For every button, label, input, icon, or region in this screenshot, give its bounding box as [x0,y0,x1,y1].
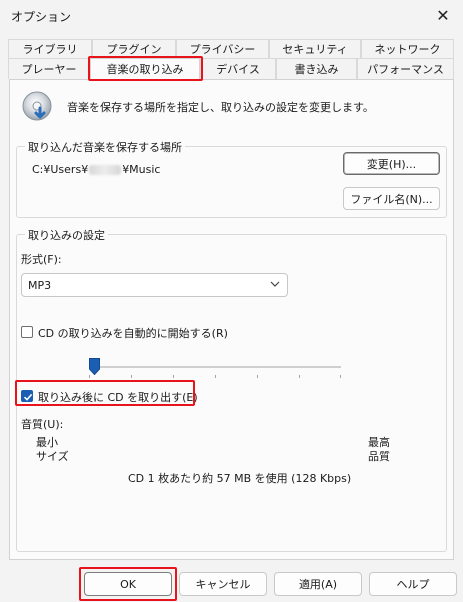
window-title: オプション [11,10,72,24]
eject-after-rip-checkbox[interactable] [21,390,33,402]
tab-network[interactable]: ネットワーク [361,39,454,58]
quality-label: 音質(U): [21,418,64,431]
auto-rip-label[interactable]: CD の取り込みを自動的に開始する(R) [38,325,228,341]
tab-burn[interactable]: 書き込み [276,58,357,79]
quality-slider-thumb[interactable] [89,358,100,375]
format-value: MP3 [28,279,52,292]
quality-slider-track[interactable] [89,366,341,368]
eject-after-rip-label[interactable]: 取り込み後に CD を取り出す(E) [38,389,198,405]
apply-button[interactable]: 適用(A) [274,572,362,596]
max-quality-label-2: 品質 [368,450,390,463]
redacted-username [89,165,122,175]
tab-rip-music[interactable]: 音楽の取り込み [90,58,200,79]
ok-button[interactable]: OK [84,572,172,596]
quality-slider-ticks [89,375,341,379]
format-label: 形式(F): [21,253,62,266]
help-button[interactable]: ヘルプ [369,572,457,596]
location-group-label: 取り込んだ音楽を保存する場所 [25,139,185,155]
panel-header: 音楽を保存する場所を指定し、取り込みの設定を変更します。 [21,90,441,126]
format-select[interactable]: MP3 [21,273,288,297]
chevron-down-icon [270,281,280,287]
tab-plugins[interactable]: プラグイン [92,39,176,58]
rip-settings-label: 取り込みの設定 [25,227,108,243]
save-path-prefix: C:¥Users¥ [32,163,89,176]
save-path: C:¥Users¥ ¥Music [32,163,160,176]
tab-privacy[interactable]: プライバシー [176,39,269,58]
min-size-label-2: サイズ [36,450,69,463]
tab-library[interactable]: ライブラリ [8,39,92,58]
filename-button[interactable]: ファイル名(N)... [343,187,440,210]
close-button[interactable]: ✕ [429,2,457,28]
change-location-button[interactable]: 変更(H)... [343,152,440,175]
cancel-button[interactable]: キャンセル [179,572,267,596]
quality-info: CD 1 枚あたり約 57 MB を使用 (128 Kbps) [128,472,352,485]
close-icon: ✕ [436,5,450,25]
save-path-suffix: ¥Music [122,163,161,176]
panel-description: 音楽を保存する場所を指定し、取り込みの設定を変更します。 [67,101,374,114]
tab-devices[interactable]: デバイス [200,58,276,79]
rip-music-panel: 音楽を保存する場所を指定し、取り込みの設定を変更します。 取り込んだ音楽を保存す… [9,79,454,560]
tab-player[interactable]: プレーヤー [8,58,90,79]
cd-rip-icon [22,91,52,121]
auto-rip-checkbox[interactable] [21,326,33,338]
checkmark-icon [23,393,33,401]
tab-security[interactable]: セキュリティ [269,39,361,58]
title-bar: オプション ✕ [0,0,463,32]
tab-performance[interactable]: パフォーマンス [357,58,454,79]
